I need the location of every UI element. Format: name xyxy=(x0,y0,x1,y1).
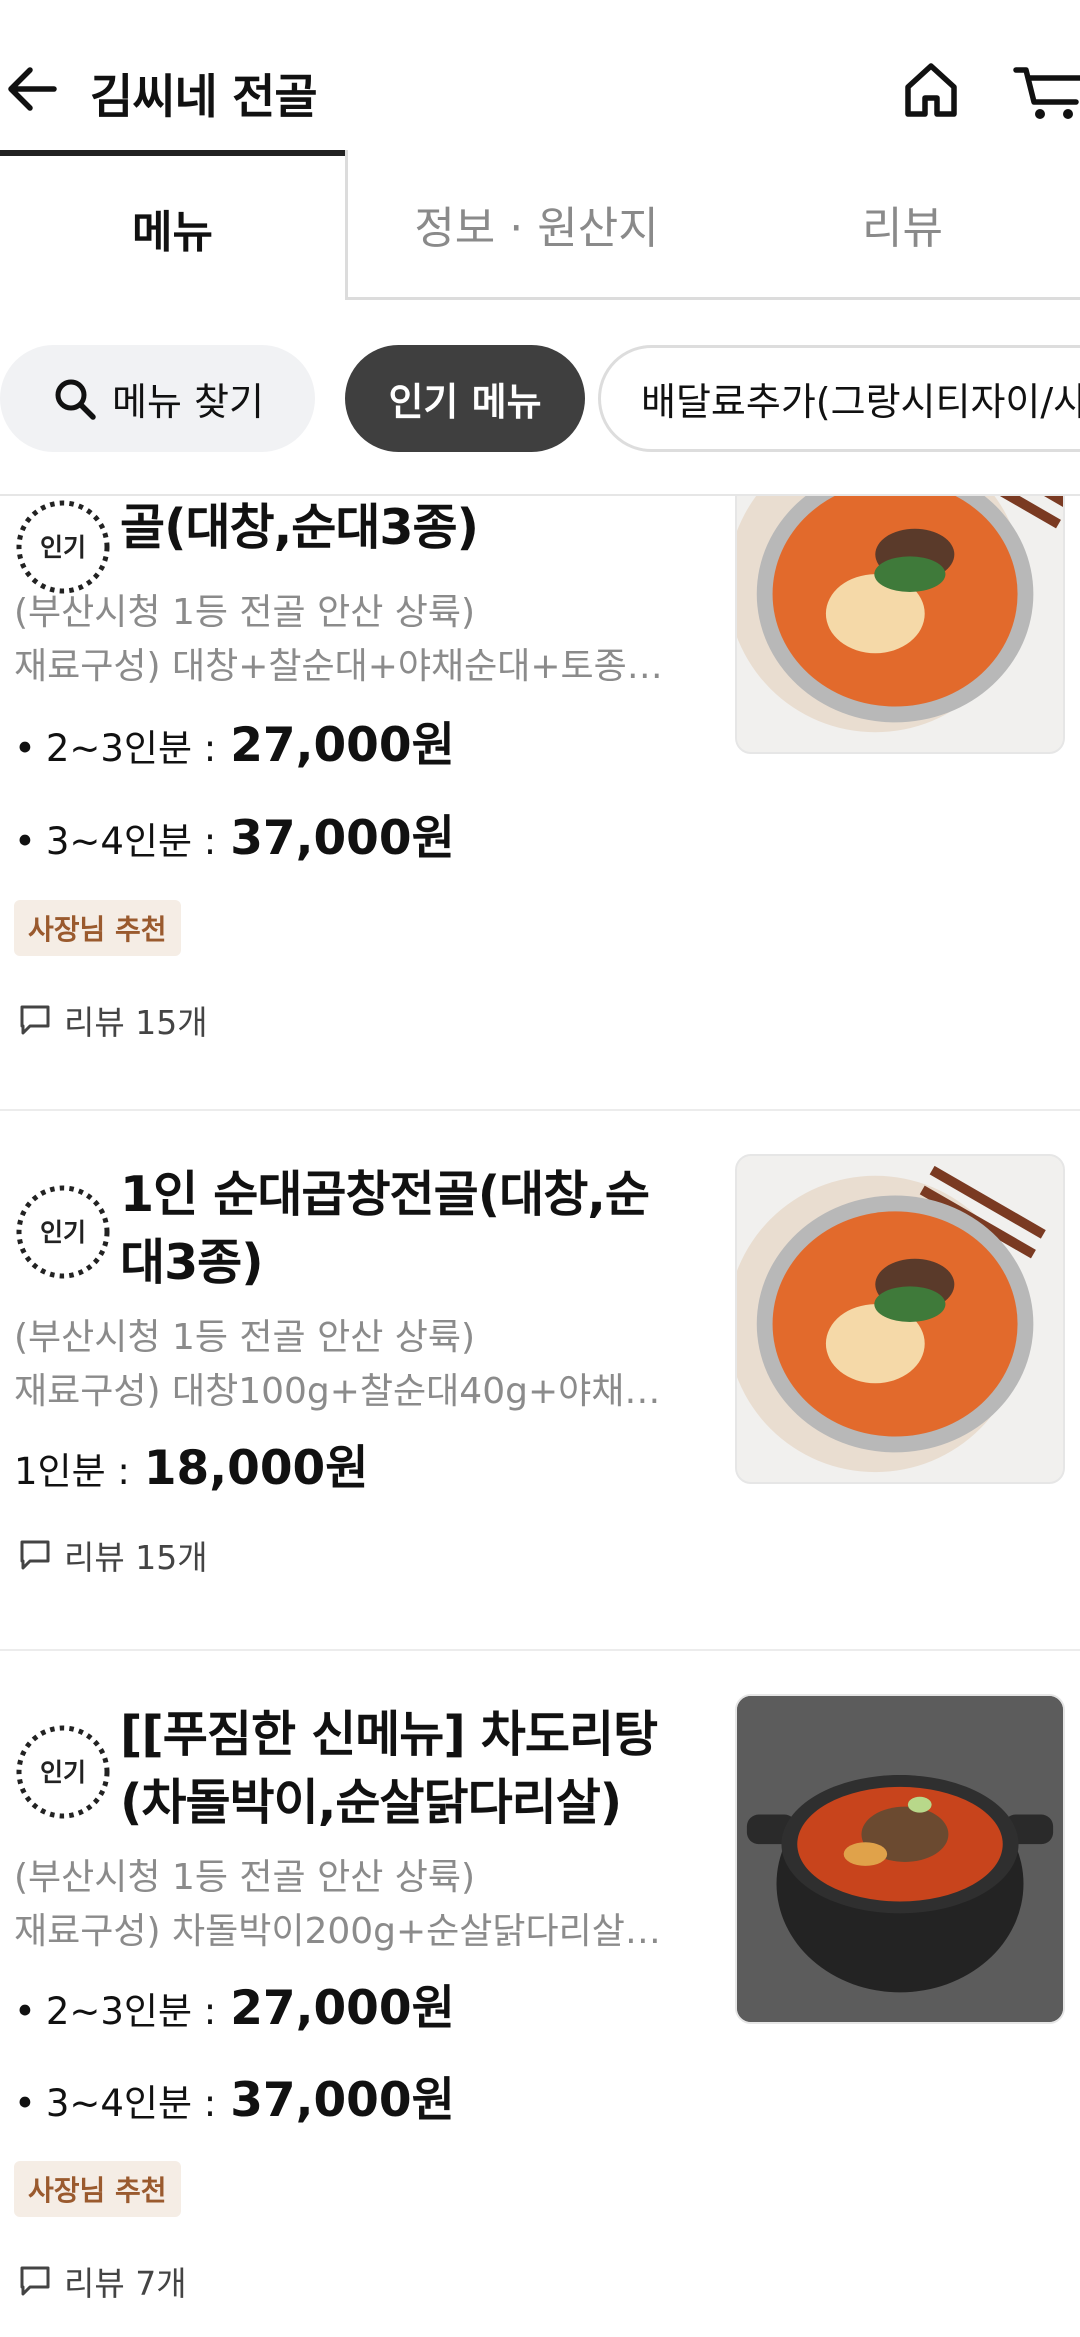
menu-name: [[푸짐한 신메뉴] 차도리탕 (차돌박이,순살닭다리살) xyxy=(120,1701,680,1837)
popular-badge-label: 인기 xyxy=(40,1758,86,1787)
back-button[interactable] xyxy=(0,54,64,124)
menu-search-label: 메뉴 찾기 xyxy=(112,380,264,424)
owner-recommend-badge: 사장님 추천 xyxy=(14,900,181,956)
price-option-label: 2~3인분 : xyxy=(45,1990,217,2033)
header: 김씨네 전골 xyxy=(0,0,1080,155)
price-option: • 2~3인분 :27,000원 xyxy=(14,1969,455,2038)
menu-name-partial: [[ 골(대창,순대3종) xyxy=(120,496,680,562)
review-count-label: 리뷰 15개 xyxy=(64,1003,208,1042)
popular-menu-chip[interactable]: 인기 메뉴 xyxy=(345,345,585,452)
menu-description-line1: (부산시청 1등 전골 안산 상륙) xyxy=(14,592,476,633)
menu-item[interactable]: 인기 1인 순대곱창전골(대창,순 대3종) (부산시청 1등 전골 안산 상륙… xyxy=(0,1111,1080,1651)
cart-button[interactable] xyxy=(1010,56,1080,126)
store-menu-screen: 김씨네 전골 메뉴 정보 · 원산지 리뷰 메뉴 찾기 인기 메뉴 배달료추가(… xyxy=(0,0,1080,2337)
review-count-label: 리뷰 15개 xyxy=(64,1538,208,1577)
home-button[interactable] xyxy=(896,56,966,126)
popular-badge-label: 인기 xyxy=(40,1218,86,1247)
menu-name: 1인 순대곱창전골(대창,순 대3종) xyxy=(120,1161,680,1297)
menu-description-line1: (부산시청 1등 전골 안산 상륙) xyxy=(14,1317,476,1358)
menu-item[interactable]: 인기 [[ 골(대창,순대3종) (부산시청 1등 전골 안산 상륙) 재료구성… xyxy=(0,496,1080,1042)
menu-description-line2: 재료구성) 대창100g+찰순대40g+야채… xyxy=(14,1371,661,1412)
price-value: 18,000원 xyxy=(143,1441,369,1496)
menu-name-line2: 대3종) xyxy=(120,1234,264,1291)
menu-name-line1: [[푸짐한 신메뉴] 차도리탕 xyxy=(120,1706,658,1763)
price-option: • 3~4인분 :37,000원 xyxy=(14,2061,455,2130)
arrow-left-icon xyxy=(8,67,57,111)
menu-photo xyxy=(735,496,1065,754)
price-value: 27,000원 xyxy=(230,718,455,773)
price-value: 37,000원 xyxy=(230,811,455,866)
popular-badge: 인기 xyxy=(14,498,112,596)
menu-name: 골(대창,순대3종) xyxy=(120,499,479,556)
popular-badge: 인기 xyxy=(14,1183,112,1281)
menu-list: 인기 [[ 골(대창,순대3종) (부산시청 1등 전골 안산 상륙) 재료구성… xyxy=(0,496,1080,2337)
price-option: 1인분 : 18,000원 xyxy=(14,1429,368,1498)
menu-name-line2: (차돌박이,순살닭다리살) xyxy=(120,1774,622,1831)
price-value: 27,000원 xyxy=(230,1981,455,2036)
tab-info-origin[interactable]: 정보 · 원산지 xyxy=(345,150,725,300)
menu-description-line1: (부산시청 1등 전골 안산 상륙) xyxy=(14,1857,476,1898)
tab-reviews[interactable]: 리뷰 xyxy=(725,150,1080,300)
comment-icon xyxy=(20,1540,50,1570)
tab-menu[interactable]: 메뉴 xyxy=(0,150,345,300)
price-option-label: 1인분 : xyxy=(14,1450,130,1493)
menu-name-line1: 1인 순대곱창전골(대창,순 xyxy=(120,1166,650,1223)
store-title: 김씨네 전골 xyxy=(90,70,318,125)
popular-badge-label: 인기 xyxy=(40,533,86,562)
popular-badge: 인기 xyxy=(14,1723,112,1821)
comment-icon xyxy=(20,1005,50,1035)
review-count: 리뷰 15개 xyxy=(18,996,208,1044)
home-icon xyxy=(905,63,957,117)
tab-bar: 메뉴 정보 · 원산지 리뷰 xyxy=(0,150,1080,300)
menu-item[interactable]: 인기 [[푸짐한 신메뉴] 차도리탕 (차돌박이,순살닭다리살) (부산시청 1… xyxy=(0,1651,1080,2337)
delivery-fee-chip[interactable]: 배달료추가(그랑시티자이/사 xyxy=(598,345,1080,452)
menu-photo xyxy=(735,1694,1065,2024)
owner-recommend-badge: 사장님 추천 xyxy=(14,2161,181,2217)
price-value: 37,000원 xyxy=(230,2073,455,2128)
price-option-label: 3~4인분 : xyxy=(45,2082,217,2125)
review-count: 리뷰 7개 xyxy=(18,2257,187,2305)
comment-icon xyxy=(20,2266,50,2296)
menu-description-line2: 재료구성) 차돌박이200g+순살닭다리살… xyxy=(14,1911,661,1952)
menu-photo xyxy=(735,1154,1065,1484)
price-option: • 2~3인분 :27,000원 xyxy=(14,706,455,775)
review-count: 리뷰 15개 xyxy=(18,1531,208,1579)
search-icon xyxy=(55,379,96,420)
price-option-label: 2~3인분 : xyxy=(45,727,217,770)
menu-search-chip[interactable]: 메뉴 찾기 xyxy=(0,345,315,452)
filter-chip-bar: 메뉴 찾기 인기 메뉴 배달료추가(그랑시티자이/사 xyxy=(0,300,1080,496)
price-option-label: 3~4인분 : xyxy=(45,820,217,863)
review-count-label: 리뷰 7개 xyxy=(64,2264,187,2303)
cart-icon xyxy=(1013,67,1080,119)
menu-description-line2: 재료구성) 대창+찰순대+야채순대+토종… xyxy=(14,646,663,687)
price-option: • 3~4인분 :37,000원 xyxy=(14,799,455,868)
